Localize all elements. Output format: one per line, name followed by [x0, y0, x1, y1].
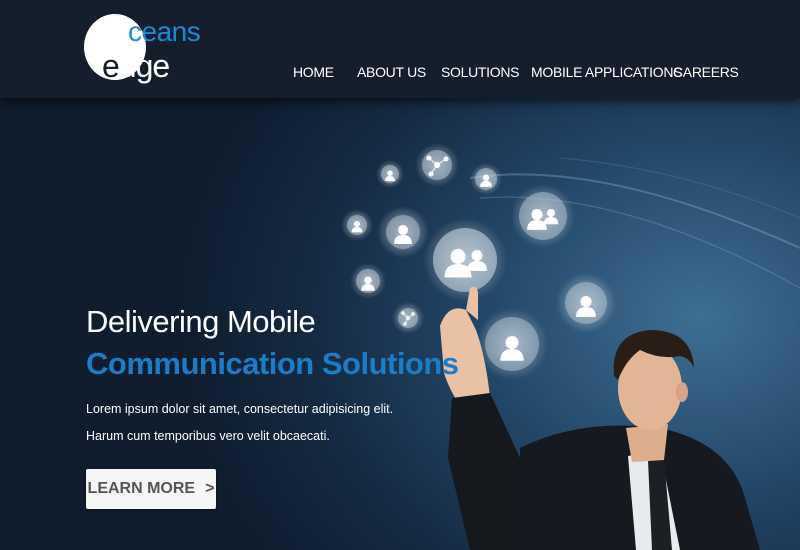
hero-description: Lorem ipsum dolor sit amet, consectetur … — [86, 402, 394, 443]
user-icon — [470, 163, 502, 195]
hero-banner: Delivering Mobile Communication Solution… — [0, 98, 800, 550]
user-icon — [377, 206, 429, 258]
hero-headline-line1: Delivering Mobile — [86, 304, 316, 339]
user-group-icon — [511, 184, 575, 248]
chevron-right-icon: > — [205, 480, 215, 497]
learn-more-button[interactable]: LEARN MORE > — [86, 469, 216, 509]
light-streak — [559, 157, 800, 219]
user-icon — [556, 273, 616, 333]
user-group-icon — [423, 218, 507, 302]
user-icon — [476, 308, 548, 380]
nav-item-careers[interactable]: CAREERS — [673, 64, 739, 80]
user-icon — [350, 263, 386, 299]
nav-item-solutions[interactable]: SOLUTIONS — [441, 64, 520, 80]
nav-item-about-us[interactable]: ABOUT US — [357, 64, 426, 80]
logo-text-top: ceans — [128, 16, 201, 47]
site-header: ceans edge HOME ABOUT US SOLUTIONS MOBIL… — [0, 0, 800, 98]
nav-item-mobile-applications[interactable]: MOBILE APPLICATIONS — [531, 64, 683, 80]
nav-item-home[interactable]: HOME — [293, 64, 334, 80]
network-node-icon — [392, 302, 424, 334]
hero-headline-line2: Communication Solutions — [86, 346, 459, 381]
network-node-icon — [415, 143, 459, 187]
main-nav: HOME ABOUT US SOLUTIONS MOBILE APPLICATI… — [0, 64, 800, 84]
user-icon — [376, 160, 404, 188]
learn-more-label: LEARN MORE — [87, 480, 196, 497]
user-icon — [341, 209, 373, 241]
